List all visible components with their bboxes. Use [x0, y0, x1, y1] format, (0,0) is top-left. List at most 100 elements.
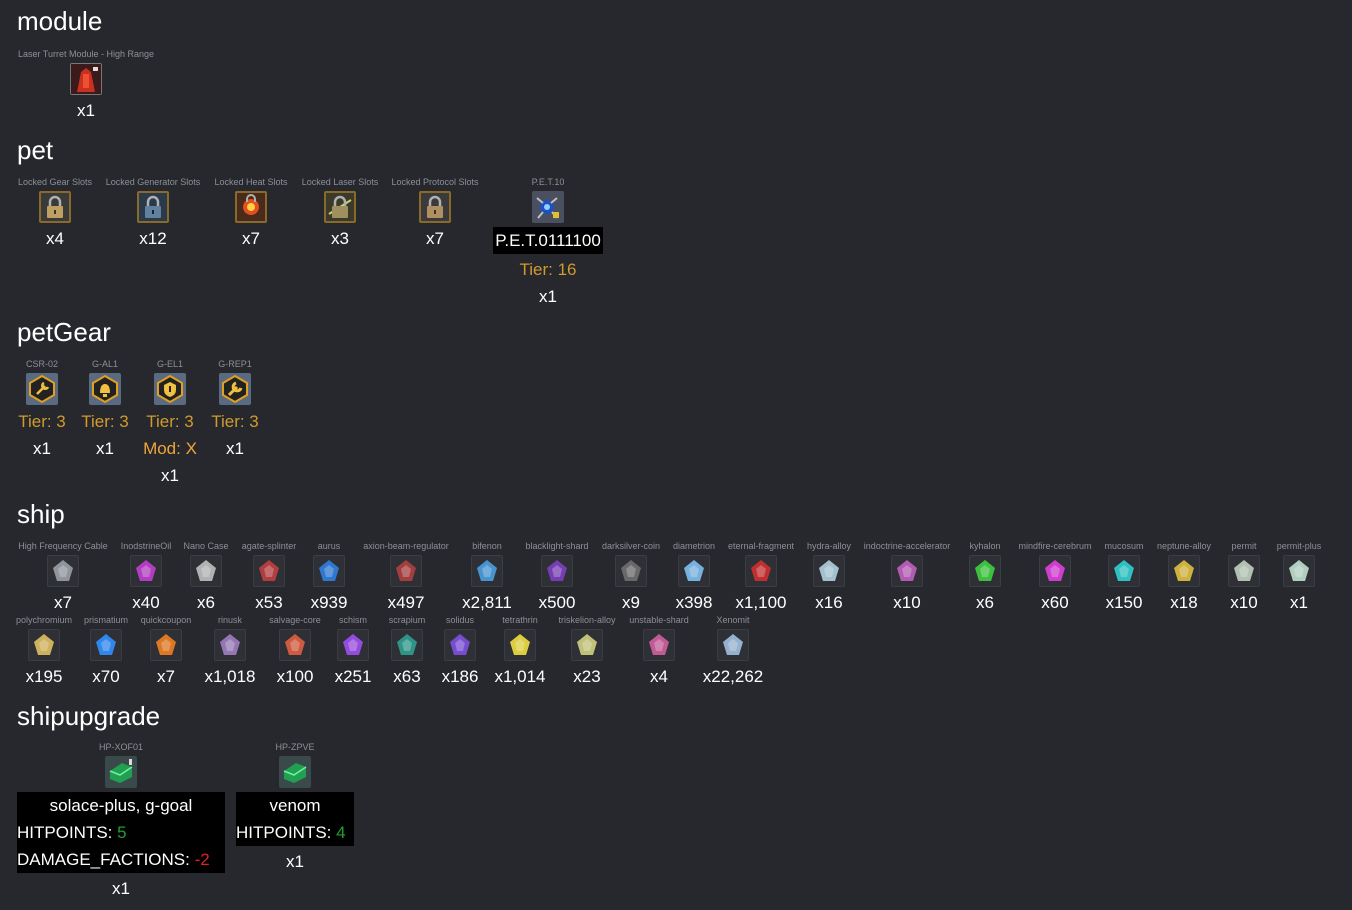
section-title-module: module	[17, 6, 103, 36]
item-permit-plus[interactable]: permit-plus x1	[1249, 540, 1349, 613]
item-count: x10	[893, 593, 921, 612]
material-icon	[190, 555, 222, 587]
item-count: x6	[976, 593, 994, 612]
section-title-pet: pet	[17, 135, 54, 165]
material-icon	[47, 555, 79, 587]
item-locked-generator-slots[interactable]: Locked Generator Slots x12	[104, 176, 202, 249]
laser-turret-icon	[70, 63, 102, 95]
item-name: permit-plus	[1276, 541, 1322, 551]
item-name: Locked Generator Slots	[105, 177, 201, 187]
item-locked-heat-slots[interactable]: Locked Heat Slots x7	[212, 176, 290, 249]
shield-gear-icon	[154, 373, 186, 405]
item-count: x1	[96, 439, 114, 458]
item-count: x1	[539, 287, 557, 306]
item-count: x497	[387, 593, 425, 612]
hitpoints-value: 5	[117, 823, 127, 842]
alarm-gear-icon	[89, 373, 121, 405]
material-icon	[745, 555, 777, 587]
material-icon	[643, 629, 675, 661]
item-hp-zpve[interactable]: HP-ZPVE venom HITPOINTS: 4 x1	[236, 741, 354, 872]
item-hp-xof01[interactable]: HP-XOF01 solace-plus, g-goal HITPOINTS: …	[17, 741, 225, 899]
item-locked-gear-slots[interactable]: Locked Gear Slots x4	[16, 176, 94, 249]
item-count: x500	[538, 593, 576, 612]
gear-tier: Tier: 3	[18, 412, 66, 431]
material-icon	[813, 555, 845, 587]
material-icon	[678, 555, 710, 587]
item-laser-turret-module[interactable]: Laser Turret Module - High Range x1	[16, 48, 156, 121]
item-g-rep1[interactable]: G-REP1 Tier: 3 x1	[208, 358, 262, 459]
section-title-ship: ship	[17, 499, 65, 529]
item-locked-protocol-slots[interactable]: Locked Protocol Slots x7	[389, 176, 481, 249]
material-icon	[313, 555, 345, 587]
item-count: x7	[242, 229, 260, 248]
repair-gear-icon	[219, 373, 251, 405]
item-locked-laser-slots[interactable]: Locked Laser Slots x3	[299, 176, 381, 249]
damage-factions-label: DAMAGE_FACTIONS:	[17, 850, 195, 869]
material-icon	[571, 629, 603, 661]
material-icon	[390, 555, 422, 587]
damage-factions-value: -2	[194, 850, 210, 869]
item-count: x4	[46, 229, 64, 248]
material-icon	[969, 555, 1001, 587]
item-name: Locked Protocol Slots	[391, 177, 479, 187]
upgrade-label: venom	[269, 796, 321, 815]
upgrade-info-box: venom HITPOINTS: 4	[236, 792, 354, 846]
ship-row-2: polychromium x195 prismatium x70 quickcoupon…	[0, 614, 1352, 704]
item-count: x9	[622, 593, 640, 612]
wrench-gear-icon	[26, 373, 58, 405]
material-icon	[891, 555, 923, 587]
item-name: G-AL1	[91, 359, 118, 369]
hull-upgrade-icon	[279, 756, 311, 788]
item-count: x1	[1290, 593, 1308, 612]
item-name: High Frequency Cable	[18, 541, 108, 551]
material-icon	[214, 629, 246, 661]
hitpoints-label: HITPOINTS:	[236, 823, 337, 842]
section-title-shipupgrade: shipupgrade	[17, 701, 161, 731]
item-count: x1	[161, 466, 179, 485]
lock-icon	[137, 191, 169, 223]
material-icon	[471, 555, 503, 587]
heat-icon	[235, 191, 267, 223]
material-icon	[717, 629, 749, 661]
item-name: G-EL1	[156, 359, 183, 369]
gear-tier: Tier: 3	[81, 412, 129, 431]
hull-upgrade-icon	[105, 756, 137, 788]
item-name: Laser Turret Module - High Range	[17, 49, 155, 59]
material-icon	[541, 555, 573, 587]
item-name: Locked Laser Slots	[301, 177, 379, 187]
item-pet-10[interactable]: P.E.T.10 P.E.T.0111100 Tier: 16 x1	[490, 176, 606, 307]
item-count: x1	[77, 101, 95, 120]
item-count: x1	[226, 439, 244, 458]
item-xenomit[interactable]: Xenomit x22,262	[683, 614, 783, 687]
item-count: x7	[157, 667, 175, 686]
item-name: axion-beam-regulator	[363, 541, 449, 551]
item-count: x7	[54, 593, 72, 612]
item-name: triskelion-alloy	[558, 615, 616, 625]
item-count: x23	[573, 667, 601, 686]
lock-icon	[419, 191, 451, 223]
item-name: hydra-alloy	[806, 541, 852, 551]
hitpoints-label: HITPOINTS:	[17, 823, 118, 842]
pet-drone-icon	[532, 191, 564, 223]
gear-mod: Mod: X	[143, 439, 197, 458]
item-g-el1[interactable]: G-EL1 Tier: 3 Mod: X x1	[140, 358, 200, 486]
material-icon	[1039, 555, 1071, 587]
item-count: x4	[650, 667, 668, 686]
material-icon	[615, 555, 647, 587]
item-count: x12	[139, 229, 167, 248]
item-count: x60	[1041, 593, 1069, 612]
item-count: x16	[815, 593, 843, 612]
item-name: HP-ZPVE	[275, 742, 315, 752]
hitpoints-line: HITPOINTS: 5	[17, 819, 225, 846]
item-count: x6	[197, 593, 215, 612]
item-count: x1	[286, 852, 304, 871]
gear-tier: Tier: 3	[146, 412, 194, 431]
pet-name-label: P.E.T.0111100	[493, 227, 603, 254]
item-count: x3	[331, 229, 349, 248]
item-name: Locked Heat Slots	[214, 177, 288, 187]
hitpoints-value: 4	[336, 823, 346, 842]
item-count: x1	[112, 879, 130, 898]
item-g-al1[interactable]: G-AL1 Tier: 3 x1	[78, 358, 132, 459]
item-csr-02[interactable]: CSR-02 Tier: 3 x1	[16, 358, 68, 459]
item-count: x2,811	[462, 593, 512, 612]
